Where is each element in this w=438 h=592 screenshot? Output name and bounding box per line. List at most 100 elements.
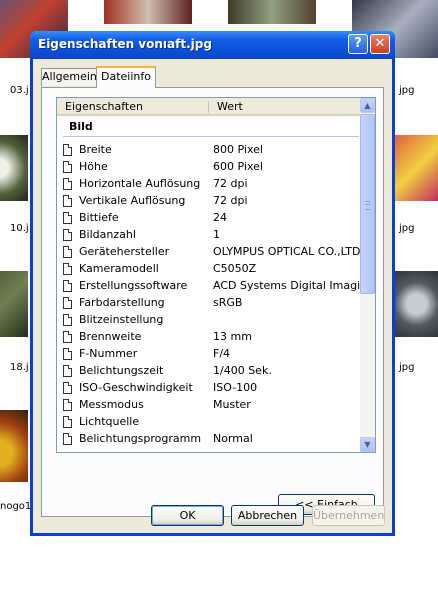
- group-divider: [63, 136, 359, 137]
- thumbnail-image[interactable]: [395, 135, 438, 201]
- grip-icon: [365, 201, 370, 210]
- property-value: ISO-100: [213, 381, 258, 394]
- table-row[interactable]: Gerätehersteller OLYMPUS OPTICAL CO.,LTD: [57, 244, 360, 261]
- file-label[interactable]: 18.j: [10, 362, 29, 373]
- question-icon[interactable]: ?: [348, 34, 368, 54]
- column-header-properties[interactable]: Eigenschaften: [65, 100, 143, 113]
- property-name: Belichtungsprogramm: [79, 432, 202, 445]
- column-separator[interactable]: [208, 101, 209, 113]
- apply-button[interactable]: Übernehmen: [312, 505, 385, 526]
- tab-panel-dateiinfo: Eigenschaften Wert Bild Breite 800 Pixel H…: [41, 87, 384, 517]
- document-icon: [63, 246, 72, 258]
- document-icon: [63, 297, 72, 309]
- table-row[interactable]: Blitzeinstellung: [57, 312, 360, 329]
- property-name: Lichtquelle: [79, 415, 140, 428]
- properties-dialog: Eigenschaften vonıaft.jpg ? ✕ Allgemein …: [30, 31, 395, 536]
- table-row[interactable]: Bildanzahl 1: [57, 227, 360, 244]
- property-value: 24: [213, 211, 227, 224]
- table-row[interactable]: Belichtungsprogramm Normal: [57, 431, 360, 448]
- document-icon: [63, 144, 72, 156]
- property-value: Muster: [213, 398, 251, 411]
- scroll-down-icon[interactable]: ▼: [360, 437, 375, 452]
- property-value: F/4: [213, 347, 231, 360]
- document-icon: [63, 433, 72, 445]
- document-icon: [63, 263, 72, 275]
- document-icon: [63, 195, 72, 207]
- file-label[interactable]: jpg: [399, 362, 414, 373]
- property-name: Horizontale Auflösung: [79, 177, 201, 190]
- table-row[interactable]: Höhe 600 Pixel: [57, 159, 360, 176]
- document-icon: [63, 416, 72, 428]
- property-value: OLYMPUS OPTICAL CO.,LTD: [213, 245, 361, 258]
- thumbnail-image[interactable]: [0, 271, 28, 337]
- window-title: Eigenschaften vonıaft.jpg: [38, 37, 212, 51]
- document-icon: [63, 212, 72, 224]
- property-value: sRGB: [213, 296, 243, 309]
- close-icon[interactable]: ✕: [370, 34, 390, 54]
- property-name: Belichtungszeit: [79, 364, 164, 377]
- document-icon: [63, 399, 72, 411]
- table-row[interactable]: Messmodus Muster: [57, 397, 360, 414]
- property-name: ISO-Geschwindigkeit: [79, 381, 193, 394]
- group-heading: Bild: [69, 120, 93, 133]
- table-row[interactable]: Vertikale Auflösung 72 dpi: [57, 193, 360, 210]
- table-row[interactable]: Kameramodell C5050Z: [57, 261, 360, 278]
- document-icon: [63, 348, 72, 360]
- file-label[interactable]: jpg: [399, 85, 414, 96]
- property-value: 800 Pixel: [213, 143, 263, 156]
- property-name: Brennweite: [79, 330, 142, 343]
- table-row[interactable]: Lichtquelle: [57, 414, 360, 431]
- property-name: F-Nummer: [79, 347, 138, 360]
- vertical-scrollbar[interactable]: ▲ ▼: [360, 98, 375, 452]
- thumbnail-image[interactable]: [228, 0, 316, 24]
- property-name: Erstellungssoftware: [79, 279, 188, 292]
- thumbnail-image[interactable]: [0, 410, 28, 482]
- property-value: 600 Pixel: [213, 160, 263, 173]
- table-row[interactable]: Brennweite 13 mm: [57, 329, 360, 346]
- table-row[interactable]: Erstellungssoftware ACD Systems Digital I…: [57, 278, 374, 295]
- title-bar[interactable]: Eigenschaften vonıaft.jpg ? ✕: [30, 31, 395, 59]
- property-name: Bildanzahl: [79, 228, 136, 241]
- table-row[interactable]: Belichtungszeit 1/400 Sek.: [57, 363, 360, 380]
- property-name: Farbdarstellung: [79, 296, 165, 309]
- table-row[interactable]: Horizontale Auflösung 72 dpi: [57, 176, 360, 193]
- properties-list[interactable]: Eigenschaften Wert Bild Breite 800 Pixel H…: [56, 97, 376, 453]
- property-value: 1/400 Sek.: [213, 364, 272, 377]
- table-row[interactable]: Bittiefe 24: [57, 210, 360, 227]
- table-row[interactable]: F-Nummer F/4: [57, 346, 360, 363]
- column-header-value[interactable]: Wert: [217, 100, 243, 113]
- file-label[interactable]: 10.j: [10, 223, 29, 234]
- property-name: Blitzeinstellung: [79, 313, 164, 326]
- property-value: C5050Z: [213, 262, 257, 275]
- table-row[interactable]: ISO-Geschwindigkeit ISO-100: [57, 380, 360, 397]
- tab-dateiinfo[interactable]: Dateiinfo: [96, 66, 156, 88]
- file-label[interactable]: 03.j: [10, 85, 29, 96]
- property-value: ACD Systems Digital Imaging: [213, 279, 375, 292]
- document-icon: [63, 280, 72, 292]
- document-icon: [63, 331, 72, 343]
- table-row[interactable]: Farbdarstellung sRGB: [57, 295, 360, 312]
- file-label[interactable]: jpg: [399, 223, 414, 234]
- scroll-thumb[interactable]: [360, 114, 375, 294]
- document-icon: [63, 178, 72, 190]
- cancel-button[interactable]: Abbrechen: [231, 505, 304, 526]
- scroll-up-icon[interactable]: ▲: [360, 98, 375, 113]
- thumbnail-image[interactable]: [0, 135, 28, 201]
- property-name: Breite: [79, 143, 112, 156]
- property-value: Normal: [213, 432, 253, 445]
- table-row[interactable]: Breite 800 Pixel: [57, 142, 360, 159]
- document-icon: [63, 314, 72, 326]
- document-icon: [63, 382, 72, 394]
- thumbnail-image[interactable]: [104, 0, 192, 24]
- property-value: 72 dpi: [213, 194, 248, 207]
- property-value: 72 dpi: [213, 177, 248, 190]
- property-value: 13 mm: [213, 330, 252, 343]
- ok-button[interactable]: OK: [151, 505, 224, 526]
- tab-allgemein[interactable]: Allgemein: [41, 68, 97, 86]
- file-label[interactable]: nogo1: [0, 501, 31, 512]
- document-icon: [63, 365, 72, 377]
- property-name: Bittiefe: [79, 211, 119, 224]
- thumbnail-image[interactable]: [395, 271, 438, 337]
- property-name: Kameramodell: [79, 262, 159, 275]
- dialog-client-area: Allgemein Dateiinfo Eigenschaften Wert B…: [33, 59, 392, 533]
